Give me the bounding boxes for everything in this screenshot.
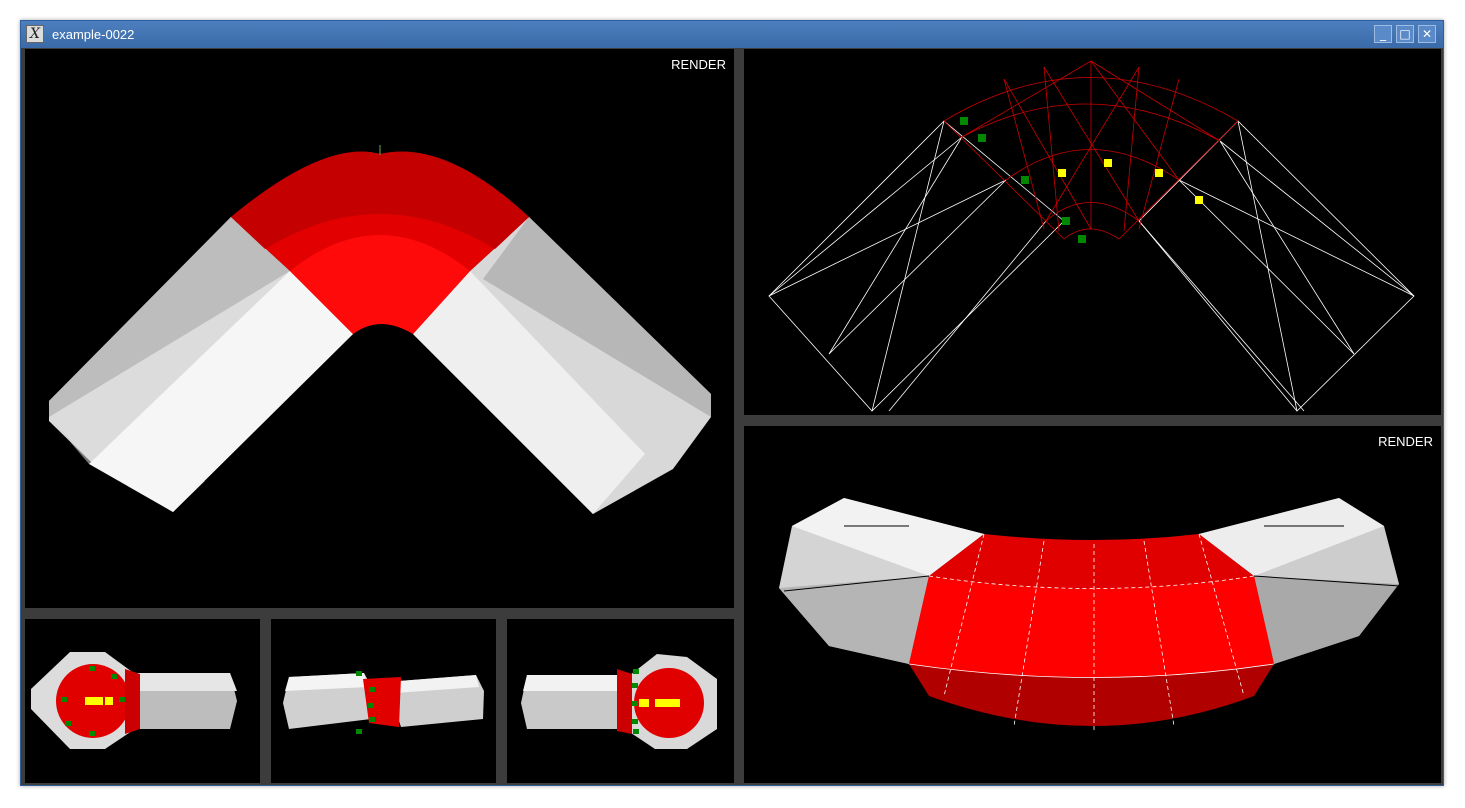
window-title: example-0022: [52, 27, 135, 42]
maximize-icon: □: [1399, 27, 1411, 41]
pipe-back-view: [521, 654, 717, 749]
application-window: X example-0022 _ □ ✕ RENDER RENDER: [20, 20, 1444, 786]
side-render-viewport[interactable]: RENDER: [744, 426, 1441, 783]
pipe-elbow-render: [49, 145, 711, 514]
back-view-viewport[interactable]: [507, 619, 734, 783]
top-view-viewport[interactable]: [271, 619, 496, 783]
close-button[interactable]: ✕: [1418, 25, 1436, 43]
minimize-icon: _: [1380, 27, 1386, 41]
pipe-front-view: [31, 652, 237, 749]
x-window-icon[interactable]: X: [26, 25, 44, 43]
wireframe-mesh: [768, 60, 1415, 412]
maximize-button[interactable]: □: [1396, 25, 1414, 43]
wireframe-viewport[interactable]: [744, 49, 1441, 415]
pipe-top-view: [283, 671, 484, 734]
main-render-viewport[interactable]: RENDER: [25, 49, 734, 608]
pipe-side-render: [779, 498, 1400, 731]
minimize-button[interactable]: _: [1374, 25, 1392, 43]
front-view-viewport[interactable]: [25, 619, 260, 783]
close-icon: ✕: [1421, 27, 1433, 41]
title-bar[interactable]: X example-0022 _ □ ✕: [21, 21, 1443, 48]
